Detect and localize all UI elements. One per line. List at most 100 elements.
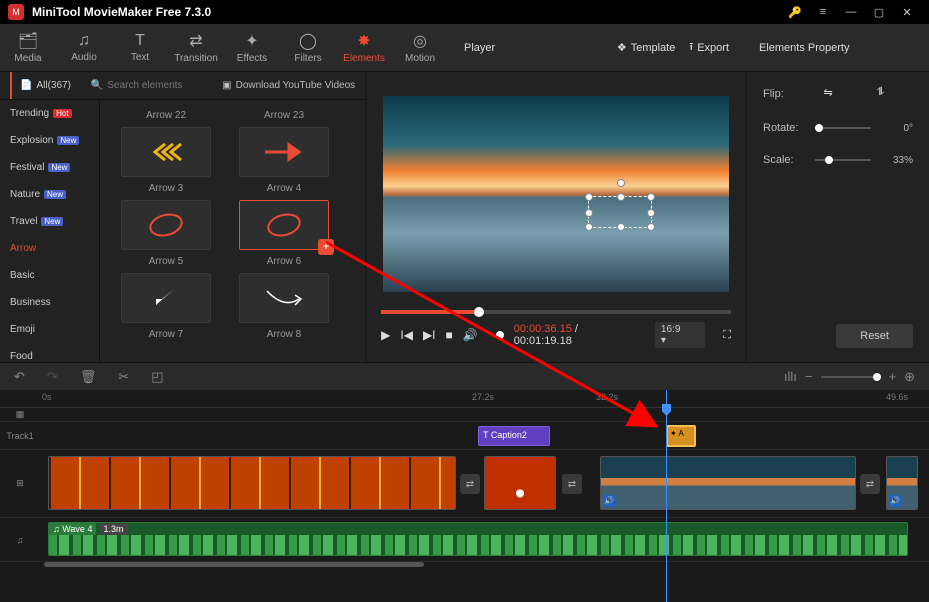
tool-tab-filters[interactable]: ◯Filters	[280, 24, 336, 71]
zoom-out-button[interactable]: −	[805, 369, 813, 384]
transition-button[interactable]: ⇄	[460, 474, 480, 494]
prev-frame-button[interactable]: I◀	[400, 328, 413, 342]
element-arrow-5[interactable]	[121, 200, 211, 250]
resize-handle[interactable]	[647, 193, 655, 201]
flip-label: Flip:	[763, 88, 807, 100]
resize-handle[interactable]	[617, 223, 625, 231]
video-clip-2[interactable]	[484, 456, 556, 510]
element-label: Arrow 4	[267, 177, 301, 200]
resize-handle[interactable]	[647, 223, 655, 231]
audio-meter-icon[interactable]: ıllı	[784, 369, 797, 384]
category-basic[interactable]: Basic	[0, 262, 99, 289]
player-header: Player ❖ Template ⭱ Export	[450, 24, 743, 71]
resize-handle[interactable]	[585, 209, 593, 217]
audio-track-icon[interactable]: ♫	[0, 518, 40, 561]
flip-vertical-button[interactable]: ⥮	[877, 86, 897, 102]
category-business[interactable]: Business	[0, 289, 99, 316]
timeline-scrollbar[interactable]	[0, 562, 929, 570]
scale-value: 33%	[879, 155, 913, 166]
export-button[interactable]: ⭱ Export	[689, 38, 729, 57]
aspect-ratio-select[interactable]: 16:9 ▾	[655, 322, 705, 348]
scale-slider[interactable]	[815, 159, 871, 161]
volume-icon[interactable]: 🔊	[463, 328, 478, 342]
category-emoji[interactable]: Emoji	[0, 316, 99, 343]
zoom-slider[interactable]	[821, 376, 881, 378]
video-preview[interactable]	[383, 96, 729, 292]
fullscreen-button[interactable]: ⛶	[723, 329, 731, 342]
license-key-icon[interactable]: 🔑	[781, 0, 809, 24]
tool-tab-audio[interactable]: ♫Audio	[56, 24, 112, 71]
category-travel[interactable]: Travel New	[0, 208, 99, 235]
flip-horizontal-button[interactable]: ⇋	[824, 86, 844, 102]
clip-audio-icon[interactable]: 🔊	[889, 495, 901, 507]
element-bounding-box[interactable]	[588, 196, 652, 228]
playhead[interactable]	[666, 390, 667, 602]
playback-time: 00:00:36.15 / 00:01:19.18	[514, 323, 635, 347]
tool-tab-text[interactable]: TText	[112, 24, 168, 71]
undo-button[interactable]: ↶	[14, 369, 25, 385]
element-arrow-8[interactable]	[239, 273, 329, 323]
category-arrow[interactable]: Arrow	[0, 235, 99, 262]
download-youtube-button[interactable]: ▣ Download YouTube Videos	[222, 80, 355, 91]
category-all[interactable]: 📄 All(367)	[10, 72, 71, 99]
tool-tab-media[interactable]: 🗂Media	[0, 24, 56, 71]
category-trending[interactable]: Trending Hot	[0, 100, 99, 127]
tool-tab-motion[interactable]: ◎Motion	[392, 24, 448, 71]
template-button[interactable]: ❖ Template	[617, 41, 676, 54]
timeline-toolbar: ↶ ↷ 🗑 ✂ ◰ ıllı − + ⊕	[0, 362, 929, 390]
element-arrow-7[interactable]	[121, 273, 211, 323]
element-arrow-3[interactable]	[121, 127, 211, 177]
element-label: Arrow 7	[149, 323, 183, 346]
add-element-icon[interactable]: +	[318, 239, 334, 255]
transition-button[interactable]: ⇄	[562, 474, 582, 494]
video-track-icon[interactable]: ⊞	[0, 450, 40, 517]
category-festival[interactable]: Festival New	[0, 154, 99, 181]
transition-button[interactable]: ⇄	[860, 474, 880, 494]
delete-button[interactable]: 🗑	[80, 369, 97, 385]
audio-clip[interactable]: ♫ Wave 4 1.3m	[48, 522, 908, 556]
resize-handle[interactable]	[585, 193, 593, 201]
tool-tab-effects[interactable]: ✦Effects	[224, 24, 280, 71]
crop-button[interactable]: ◰	[151, 369, 163, 385]
category-food[interactable]: Food	[0, 343, 99, 362]
next-frame-button[interactable]: ▶I	[423, 328, 436, 342]
close-button[interactable]: ✕	[893, 0, 921, 24]
video-clip-3[interactable]: 🔊	[600, 456, 856, 510]
seek-knob[interactable]	[474, 307, 484, 317]
resize-handle[interactable]	[617, 193, 625, 201]
search-input[interactable]: 🔍 Search elements	[91, 80, 222, 91]
seek-bar[interactable]	[381, 310, 731, 314]
media-track-icon[interactable]: ▦	[0, 408, 40, 421]
category-list[interactable]: Trending HotExplosion NewFestival NewNat…	[0, 100, 100, 362]
element-clip[interactable]: ✦ A	[666, 425, 696, 447]
resize-handle[interactable]	[647, 209, 655, 217]
player-title: Player	[464, 42, 495, 54]
element-label: Arrow 23	[264, 104, 304, 127]
redo-button[interactable]: ↷	[47, 369, 58, 385]
rotate-handle[interactable]	[617, 179, 625, 187]
category-explosion[interactable]: Explosion New	[0, 127, 99, 154]
timeline[interactable]: 0s 27.2s 32.2s 49.6s ▦ Track1 T Caption2…	[0, 390, 929, 602]
tool-tab-transition[interactable]: ⇄Transition	[168, 24, 224, 71]
zoom-fit-button[interactable]: ⊕	[904, 369, 915, 385]
timeline-ruler[interactable]: 0s 27.2s 32.2s 49.6s	[0, 390, 929, 408]
element-arrow-6[interactable]: +	[239, 200, 329, 250]
maximize-button[interactable]: ▢	[865, 0, 893, 24]
tool-tab-elements[interactable]: ✸Elements	[336, 24, 392, 71]
resize-handle[interactable]	[585, 223, 593, 231]
split-button[interactable]: ✂	[118, 369, 129, 385]
rotate-slider[interactable]	[815, 127, 871, 129]
minimize-button[interactable]: ―	[837, 0, 865, 24]
zoom-in-button[interactable]: +	[889, 369, 897, 384]
properties-header: Elements Property	[745, 24, 929, 71]
play-button[interactable]: ▶	[381, 328, 390, 342]
reset-button[interactable]: Reset	[836, 324, 913, 348]
caption-clip[interactable]: T Caption2	[478, 426, 550, 446]
video-clip-4[interactable]: 🔊	[886, 456, 918, 510]
category-nature[interactable]: Nature New	[0, 181, 99, 208]
video-clip-1[interactable]	[48, 456, 456, 510]
element-arrow-4[interactable]	[239, 127, 329, 177]
stop-button[interactable]: ■	[446, 328, 453, 342]
clip-audio-icon[interactable]: 🔊	[603, 495, 615, 507]
menu-icon[interactable]: ≡	[809, 0, 837, 24]
